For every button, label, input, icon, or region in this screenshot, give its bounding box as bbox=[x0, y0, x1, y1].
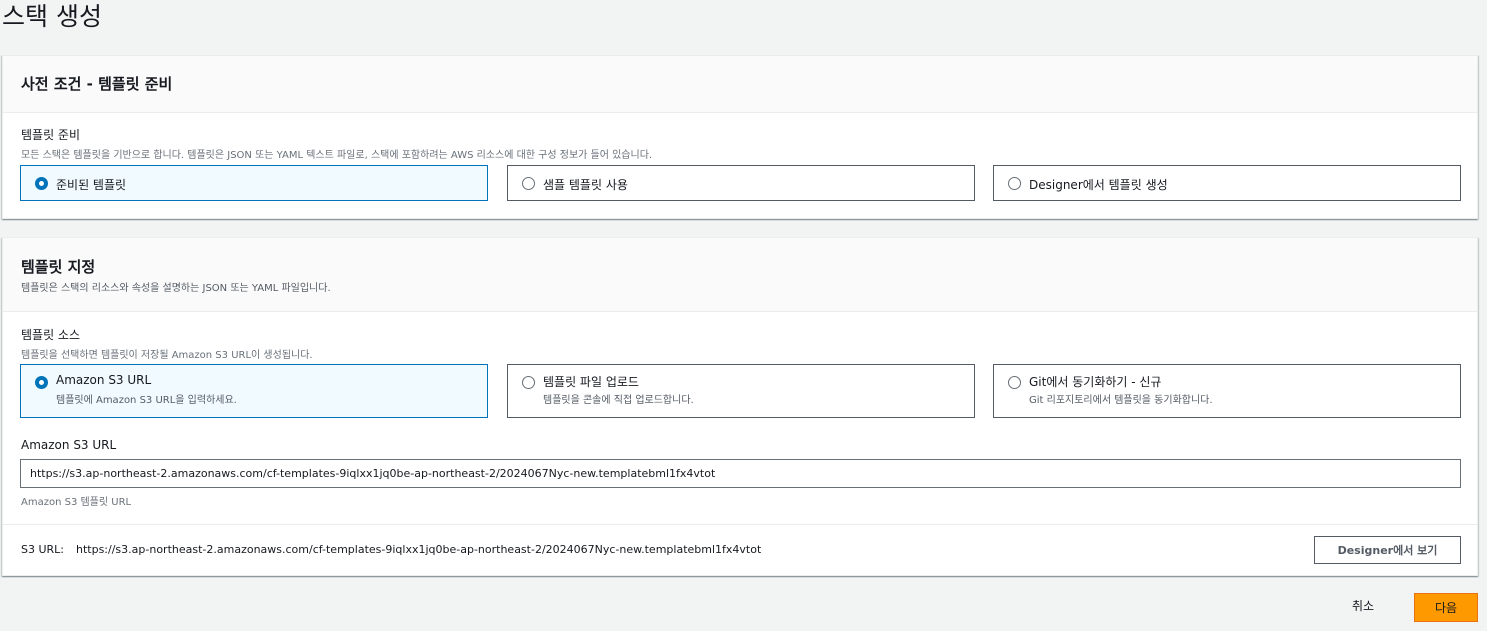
view-in-designer-button[interactable]: Designer에서 보기 bbox=[1314, 536, 1461, 564]
prerequisite-panel: 사전 조건 - 템플릿 준비 템플릿 준비 모든 스택은 템플릿을 기반으로 합… bbox=[2, 55, 1478, 219]
source-desc: 템플릿에 Amazon S3 URL을 입력하세요. bbox=[56, 395, 237, 406]
radio-unselected-icon[interactable] bbox=[1008, 376, 1021, 389]
amazon-s3-url-label: Amazon S3 URL bbox=[21, 438, 117, 452]
option-label: Designer에서 템플릿 생성 bbox=[1029, 178, 1168, 192]
option-label: 샘플 템플릿 사용 bbox=[543, 178, 628, 192]
specify-template-panel-header: 템플릿 지정 템플릿은 스택의 리소스와 속성을 설명하는 JSON 또는 YA… bbox=[3, 238, 1477, 312]
s3-url-label: S3 URL: bbox=[21, 543, 65, 556]
radio-unselected-icon[interactable] bbox=[522, 376, 535, 389]
radio-selected-icon[interactable] bbox=[35, 376, 48, 389]
template-source-label: 템플릿 소스 bbox=[21, 328, 81, 342]
option-label: 준비된 템플릿 bbox=[56, 178, 127, 192]
s3-url-value: https://s3.ap-northeast-2.amazonaws.com/… bbox=[76, 543, 762, 556]
radio-unselected-icon[interactable] bbox=[522, 177, 535, 190]
next-button[interactable]: 다음 bbox=[1414, 593, 1478, 622]
source-amazon-s3-url[interactable]: Amazon S3 URL 템플릿에 Amazon S3 URL을 입력하세요. bbox=[20, 364, 488, 418]
prerequisite-heading: 사전 조건 - 템플릿 준비 bbox=[21, 75, 173, 93]
prerequisite-panel-header: 사전 조건 - 템플릿 준비 bbox=[3, 56, 1477, 113]
radio-selected-icon[interactable] bbox=[35, 177, 48, 190]
source-desc: 템플릿을 콘솔에 직접 업로드합니다. bbox=[543, 395, 694, 406]
prepare-template-label: 템플릿 준비 bbox=[21, 128, 81, 142]
amazon-s3-url-hint: Amazon S3 템플릿 URL bbox=[21, 497, 132, 508]
source-desc: Git 리포지토리에서 템플릿을 동기화합니다. bbox=[1029, 395, 1213, 406]
source-label: Git에서 동기화하기 - 신규 bbox=[1029, 375, 1162, 389]
specify-template-heading: 템플릿 지정 bbox=[21, 258, 96, 276]
source-sync-from-git[interactable]: Git에서 동기화하기 - 신규 Git 리포지토리에서 템플릿을 동기화합니다… bbox=[993, 364, 1461, 418]
amazon-s3-url-input[interactable] bbox=[20, 459, 1461, 488]
divider bbox=[3, 524, 1477, 525]
prepare-template-desc: 모든 스택은 템플릿을 기반으로 합니다. 템플릿은 JSON 또는 YAML … bbox=[21, 150, 653, 161]
page-title: 스택 생성 bbox=[2, 2, 102, 31]
source-label: 템플릿 파일 업로드 bbox=[543, 375, 639, 389]
option-create-in-designer[interactable]: Designer에서 템플릿 생성 bbox=[993, 165, 1461, 201]
template-source-desc: 템플릿을 선택하면 템플릿이 저장될 Amazon S3 URL이 생성됩니다. bbox=[21, 350, 313, 361]
source-upload-template-file[interactable]: 템플릿 파일 업로드 템플릿을 콘솔에 직접 업로드합니다. bbox=[507, 364, 975, 418]
option-use-sample-template[interactable]: 샘플 템플릿 사용 bbox=[507, 165, 975, 201]
radio-unselected-icon[interactable] bbox=[1008, 177, 1021, 190]
option-template-ready[interactable]: 준비된 템플릿 bbox=[20, 165, 488, 201]
specify-template-panel: 템플릿 지정 템플릿은 스택의 리소스와 속성을 설명하는 JSON 또는 YA… bbox=[2, 237, 1478, 576]
cancel-button[interactable]: 취소 bbox=[1352, 597, 1374, 614]
specify-template-desc: 템플릿은 스택의 리소스와 속성을 설명하는 JSON 또는 YAML 파일입니… bbox=[21, 283, 331, 294]
source-label: Amazon S3 URL bbox=[56, 373, 152, 387]
